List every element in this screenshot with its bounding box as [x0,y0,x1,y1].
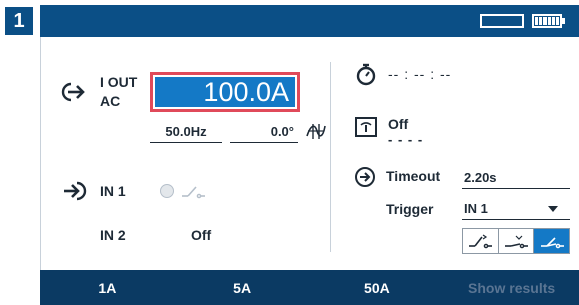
iout-value-field[interactable]: 100.0A [150,72,300,112]
switch-toggle-icon [540,237,564,249]
switch-open-icon [180,183,206,199]
phase-shift-icon[interactable] [305,122,327,140]
battery-tip [562,18,565,24]
column-divider [330,62,331,252]
switch-close-icon [469,234,493,249]
in2-value[interactable]: Off [191,227,211,243]
panel-number[interactable]: 1 [5,7,33,35]
in1-label: IN 1 [100,183,126,199]
timeout-field[interactable]: 2.20s [462,167,570,189]
switch-open-icon [505,235,528,249]
in2-label: IN 2 [100,227,126,243]
stopwatch-icon [354,62,378,86]
arrow-in-icon [62,181,90,201]
arrow-out-icon [60,82,86,102]
range-bar: 1A 5A 50A Show results [40,270,579,305]
status-indicator [480,14,524,28]
iout-value: 100.0A [155,77,295,107]
range-1a-button[interactable]: 1A [40,270,175,305]
show-results-button[interactable]: Show results [444,270,579,305]
output-state-sub: - - - - [388,132,424,147]
frequency-field[interactable]: 50.0Hz [150,121,222,143]
output-state-value: Off [388,116,409,132]
timeout-label: Timeout [386,168,441,184]
iout-type-label: AC [100,93,121,109]
trigger-mode-falling-button[interactable] [499,229,535,253]
phase-field[interactable]: 0.0° [230,121,298,143]
iout-label: I OUT [100,74,138,90]
display-icon [354,116,378,138]
range-5a-button[interactable]: 5A [175,270,310,305]
timeout-arrow-icon [354,166,376,188]
in1-led-indicator [160,184,174,198]
trigger-label: Trigger [386,201,434,217]
timer-display: -- : -- : -- [388,66,452,82]
trigger-mode-group [462,228,570,254]
chevron-down-icon[interactable] [548,206,558,212]
battery-icon [532,14,562,28]
trigger-mode-toggle-button[interactable] [534,229,570,253]
trigger-mode-rising-button[interactable] [463,229,499,253]
range-50a-button[interactable]: 50A [310,270,445,305]
